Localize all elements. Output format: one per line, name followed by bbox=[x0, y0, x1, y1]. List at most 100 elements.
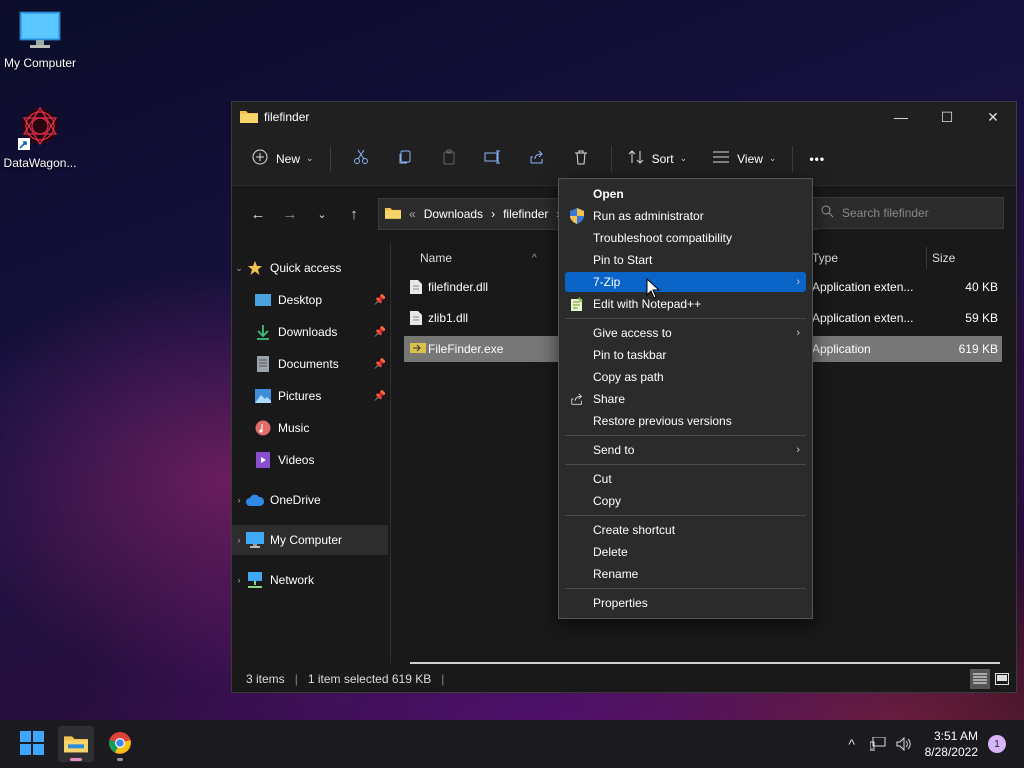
file-type: Application bbox=[812, 342, 871, 356]
tray-chevron-icon[interactable]: ^ bbox=[839, 736, 865, 752]
menu-item-share[interactable]: Share bbox=[565, 389, 806, 409]
menu-item-give-access[interactable]: Give access to › bbox=[565, 323, 806, 343]
view-lines-icon bbox=[713, 150, 730, 167]
paste-button[interactable] bbox=[429, 143, 469, 175]
maximize-button[interactable]: ☐ bbox=[924, 102, 970, 132]
new-button[interactable]: New ⌄ bbox=[244, 143, 322, 175]
back-arrow-icon[interactable]: ← bbox=[242, 198, 274, 230]
status-divider: | bbox=[294, 672, 298, 686]
share-icon bbox=[529, 149, 545, 168]
more-options-button[interactable]: ••• bbox=[801, 143, 833, 175]
sidebar-item-desktop[interactable]: Desktop 📌 bbox=[232, 285, 388, 315]
share-button[interactable] bbox=[517, 143, 557, 175]
up-arrow-icon[interactable]: ↑ bbox=[338, 198, 370, 230]
status-divider: | bbox=[441, 672, 445, 686]
breadcrumb-downloads[interactable]: Downloads bbox=[424, 207, 483, 221]
horizontal-scrollbar[interactable] bbox=[410, 662, 1000, 664]
menu-item-edit-notepadpp[interactable]: Edit with Notepad++ bbox=[565, 294, 806, 314]
start-button[interactable] bbox=[14, 726, 50, 762]
scissors-icon bbox=[353, 149, 369, 168]
chevron-right-icon: › bbox=[796, 327, 800, 339]
file-type: Application exten... bbox=[812, 280, 914, 294]
taskbar: ^ 3:51 AM 8/28/2022 1 bbox=[0, 720, 1024, 768]
sidebar-item-label: Network bbox=[270, 573, 315, 587]
tiles-view-icon[interactable] bbox=[992, 669, 1012, 689]
datawagon-logo-icon bbox=[16, 104, 64, 152]
breadcrumb-filefinder[interactable]: filefinder bbox=[503, 207, 548, 221]
desktop-icon-label: My Computer bbox=[3, 56, 77, 70]
share-icon bbox=[569, 391, 585, 407]
network-status-icon[interactable] bbox=[865, 737, 891, 751]
sidebar-item-label: Music bbox=[278, 421, 310, 435]
pane-splitter[interactable] bbox=[390, 243, 391, 663]
chevron-down-icon[interactable]: ⌄ bbox=[232, 263, 246, 274]
clock-date: 8/28/2022 bbox=[924, 745, 978, 759]
navigation-pane: ⌄ Quick access Desktop 📌 Downloads 📌 Doc… bbox=[232, 243, 390, 663]
sidebar-item-label: Downloads bbox=[278, 325, 338, 339]
close-button[interactable]: ✕ bbox=[970, 102, 1016, 132]
dll-file-icon bbox=[410, 311, 422, 325]
menu-item-rename[interactable]: Rename bbox=[565, 564, 806, 584]
desktop-icon-datawagon[interactable]: DataWagon... bbox=[0, 104, 80, 170]
menu-item-properties[interactable]: Properties bbox=[565, 593, 806, 613]
delete-button[interactable] bbox=[561, 143, 601, 175]
pin-icon: 📌 bbox=[373, 390, 386, 402]
menu-item-pin-to-taskbar[interactable]: Pin to taskbar bbox=[565, 345, 806, 365]
recent-chevron-icon[interactable]: ⌄ bbox=[306, 198, 338, 230]
details-view-icon[interactable] bbox=[970, 669, 990, 689]
sort-button[interactable]: Sort ⌄ bbox=[620, 143, 696, 175]
cut-button[interactable] bbox=[341, 143, 381, 175]
taskbar-chrome[interactable] bbox=[102, 726, 138, 762]
menu-item-cut[interactable]: Cut bbox=[565, 469, 806, 489]
desktop-icon-my-computer[interactable]: My Computer bbox=[0, 8, 80, 70]
chevron-right-icon[interactable]: › bbox=[232, 495, 246, 505]
taskbar-file-explorer[interactable] bbox=[58, 726, 94, 762]
context-menu: Open Run as administrator Troubleshoot c… bbox=[558, 178, 813, 619]
monitor-icon bbox=[246, 532, 264, 548]
new-label: New bbox=[276, 151, 301, 166]
menu-item-delete[interactable]: Delete bbox=[565, 542, 806, 562]
column-header-type[interactable]: Type bbox=[812, 251, 838, 265]
download-arrow-icon bbox=[254, 324, 272, 340]
sidebar-item-label: My Computer bbox=[270, 533, 343, 547]
windows-logo-icon bbox=[20, 730, 44, 758]
forward-arrow-icon[interactable]: → bbox=[274, 198, 306, 230]
menu-item-copy-as-path[interactable]: Copy as path bbox=[565, 367, 806, 387]
menu-item-open[interactable]: Open bbox=[565, 184, 806, 204]
menu-item-run-as-admin[interactable]: Run as administrator bbox=[565, 206, 806, 226]
sidebar-item-my-computer[interactable]: › My Computer bbox=[232, 525, 388, 555]
chevron-right-icon[interactable]: › bbox=[232, 535, 246, 545]
sidebar-item-onedrive[interactable]: › OneDrive bbox=[232, 485, 388, 515]
sidebar-item-label: Desktop bbox=[278, 293, 323, 307]
sidebar-item-label: Quick access bbox=[270, 261, 342, 275]
menu-item-7zip[interactable]: 7-Zip › bbox=[565, 272, 806, 292]
copy-button[interactable] bbox=[385, 143, 425, 175]
sidebar-item-downloads[interactable]: Downloads 📌 bbox=[232, 317, 388, 347]
address-overflow[interactable]: « bbox=[409, 207, 416, 221]
menu-item-troubleshoot[interactable]: Troubleshoot compatibility bbox=[565, 228, 806, 248]
sidebar-item-quick-access[interactable]: ⌄ Quick access bbox=[232, 253, 388, 283]
column-header-size[interactable]: Size bbox=[932, 251, 955, 265]
clock[interactable]: 3:51 AM 8/28/2022 bbox=[925, 728, 978, 760]
sidebar-item-documents[interactable]: Documents 📌 bbox=[232, 349, 388, 379]
volume-icon[interactable] bbox=[891, 737, 917, 751]
minimize-button[interactable]: — bbox=[878, 102, 924, 132]
menu-item-send-to[interactable]: Send to › bbox=[565, 440, 806, 460]
search-box[interactable]: Search filefinder bbox=[812, 197, 1004, 229]
notification-badge[interactable]: 1 bbox=[988, 735, 1006, 753]
menu-item-copy[interactable]: Copy bbox=[565, 491, 806, 511]
column-header-name[interactable]: Name bbox=[420, 251, 452, 265]
sidebar-item-videos[interactable]: Videos bbox=[232, 445, 388, 475]
menu-item-create-shortcut[interactable]: Create shortcut bbox=[565, 520, 806, 540]
system-tray: ^ 3:51 AM 8/28/2022 1 bbox=[839, 720, 1024, 768]
menu-item-pin-to-start[interactable]: Pin to Start bbox=[565, 250, 806, 270]
sidebar-item-pictures[interactable]: Pictures 📌 bbox=[232, 381, 388, 411]
menu-item-restore-versions[interactable]: Restore previous versions bbox=[565, 411, 806, 431]
rename-button[interactable] bbox=[473, 143, 513, 175]
sidebar-item-music[interactable]: Music bbox=[232, 413, 388, 443]
sidebar-item-network[interactable]: › Network bbox=[232, 565, 388, 595]
view-button[interactable]: View ⌄ bbox=[705, 143, 784, 175]
title-bar[interactable]: filefinder — ☐ ✕ bbox=[232, 102, 1016, 132]
chevron-right-icon[interactable]: › bbox=[232, 575, 246, 585]
chevron-down-icon: ⌄ bbox=[306, 153, 314, 163]
